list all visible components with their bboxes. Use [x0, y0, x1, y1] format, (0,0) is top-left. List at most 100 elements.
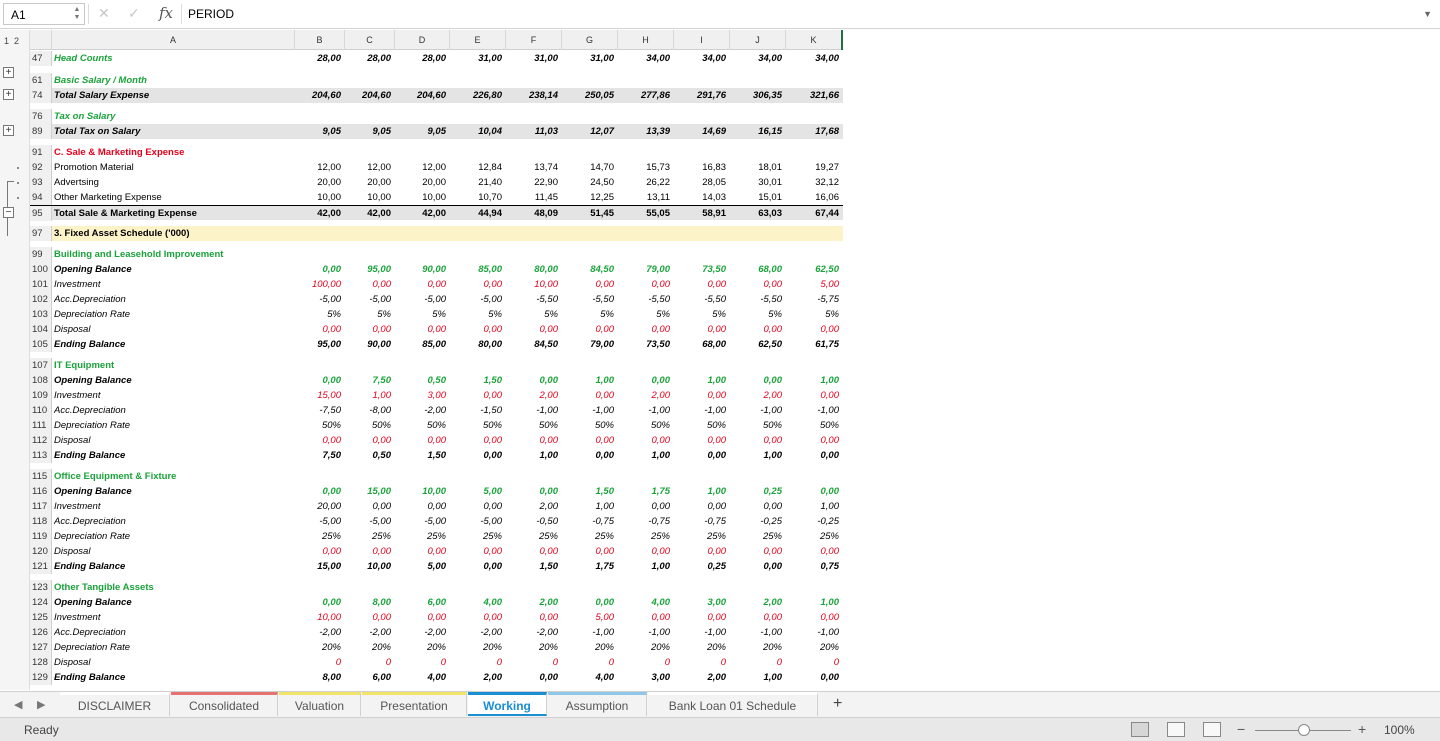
cell-value[interactable]: 22,90: [508, 175, 558, 190]
cell-value[interactable]: 50%: [291, 418, 341, 433]
cell-value[interactable]: -1,00: [732, 625, 782, 640]
cell-value[interactable]: 14,69: [676, 124, 726, 139]
cell-value[interactable]: 0,00: [396, 322, 447, 337]
cell-value[interactable]: 0: [564, 655, 614, 670]
cell-value[interactable]: 0,00: [789, 610, 840, 625]
cell-value[interactable]: 31,00: [452, 51, 502, 66]
column-header-d[interactable]: D: [395, 30, 450, 50]
cell-value[interactable]: 3,00: [676, 595, 727, 610]
table-row[interactable]: 92 Promotion Material 12,00 12,00 12,00 12,84…: [30, 160, 843, 175]
row-label[interactable]: Opening Balance: [54, 484, 294, 499]
row-number[interactable]: 110: [30, 403, 52, 418]
cell-value[interactable]: 17,68: [789, 124, 839, 139]
cell-value[interactable]: 0: [341, 655, 391, 670]
table-row[interactable]: 61 Basic Salary / Month: [30, 73, 843, 88]
cell-value[interactable]: 50%: [789, 418, 839, 433]
cell-value[interactable]: 7,50: [291, 448, 342, 463]
cell-value[interactable]: 26,22: [620, 175, 670, 190]
row-number[interactable]: 111: [30, 418, 52, 433]
cell-value[interactable]: 30,01: [732, 175, 782, 190]
page-break-view-icon[interactable]: [1203, 722, 1221, 737]
row-number[interactable]: 93: [30, 175, 52, 190]
cell-value[interactable]: 3,00: [620, 670, 671, 685]
table-row[interactable]: 123 Other Tangible Assets: [30, 580, 843, 595]
tab-disclaimer[interactable]: DISCLAIMER: [60, 692, 170, 716]
cell-value[interactable]: 12,84: [452, 160, 502, 175]
cell-value[interactable]: 50%: [732, 418, 782, 433]
cell-value[interactable]: -5,00: [291, 514, 341, 529]
row-number[interactable]: 91: [30, 145, 52, 160]
row-label[interactable]: Other Marketing Expense: [54, 190, 294, 205]
row-label[interactable]: IT Equipment: [54, 358, 294, 373]
cell-value[interactable]: 5,00: [396, 559, 447, 574]
column-header-g[interactable]: G: [562, 30, 618, 50]
cell-value[interactable]: 25%: [396, 529, 446, 544]
outline-level-1[interactable]: 1: [4, 36, 9, 46]
column-header-a[interactable]: A: [52, 30, 295, 50]
cell-value[interactable]: 1,50: [508, 559, 559, 574]
cell-value[interactable]: -1,00: [676, 625, 726, 640]
cell-value[interactable]: 0,00: [620, 373, 671, 388]
column-header-i[interactable]: I: [674, 30, 730, 50]
cell-value[interactable]: -0,75: [564, 514, 614, 529]
cell-value[interactable]: 13,74: [508, 160, 558, 175]
table-row[interactable]: 111 Depreciation Rate 50% 50% 50% 50% 50% 50% 50…: [30, 418, 843, 433]
cell-value[interactable]: 0,00: [452, 388, 503, 403]
cell-value[interactable]: 1,00: [789, 595, 840, 610]
row-label[interactable]: Basic Salary / Month: [54, 73, 294, 88]
cell-value[interactable]: -1,50: [452, 403, 502, 418]
table-row[interactable]: 115 Office Equipment & Fixture: [30, 469, 843, 484]
cell-value[interactable]: 34,00: [676, 51, 726, 66]
table-row[interactable]: 125 Investment 10,00 0,00 0,00 0,00 0,00 5,00 0,…: [30, 610, 843, 625]
cell-value[interactable]: 79,00: [620, 262, 670, 277]
column-header-j[interactable]: J: [730, 30, 786, 50]
row-number[interactable]: 94: [30, 190, 52, 205]
cell-value[interactable]: -8,00: [341, 403, 391, 418]
cell-value[interactable]: 34,00: [620, 51, 670, 66]
cell-value[interactable]: 306,35: [732, 88, 782, 103]
cell-value[interactable]: -2,00: [508, 625, 558, 640]
column-header-b[interactable]: B: [295, 30, 345, 50]
cell-value[interactable]: 44,94: [452, 206, 502, 221]
row-label[interactable]: Tax on Salary: [54, 109, 294, 124]
cell-value[interactable]: 0: [508, 655, 558, 670]
cell-value[interactable]: 20%: [452, 640, 502, 655]
cell-value[interactable]: 0,00: [564, 433, 615, 448]
row-number[interactable]: 119: [30, 529, 52, 544]
cell-value[interactable]: -0,50: [508, 514, 558, 529]
cell-value[interactable]: 0,00: [396, 433, 447, 448]
cell-value[interactable]: 15,73: [620, 160, 670, 175]
cell-value[interactable]: 1,00: [732, 448, 783, 463]
cell-value[interactable]: 10,04: [452, 124, 502, 139]
table-row[interactable]: 128 Disposal 0 0 0 0 0 0 0 0 0 0: [30, 655, 843, 670]
cell-value[interactable]: 0: [732, 655, 782, 670]
row-number[interactable]: 76: [30, 109, 52, 124]
cell-value[interactable]: 0,00: [676, 322, 727, 337]
cell-value[interactable]: 10,00: [291, 190, 341, 205]
row-label[interactable]: Investment: [54, 610, 294, 625]
cell-value[interactable]: 0,00: [620, 610, 671, 625]
row-number[interactable]: 92: [30, 160, 52, 175]
cell-value[interactable]: 6,00: [396, 595, 447, 610]
cell-value[interactable]: 0,00: [396, 544, 447, 559]
cell-value[interactable]: 84,50: [564, 262, 614, 277]
cell-value[interactable]: 5%: [396, 307, 446, 322]
cell-value[interactable]: 321,66: [789, 88, 839, 103]
cell-value[interactable]: 80,00: [452, 337, 502, 352]
table-row[interactable]: 108 Opening Balance 0,00 7,50 0,50 1,50 0,00 1,…: [30, 373, 843, 388]
row-number[interactable]: 121: [30, 559, 52, 574]
row-number[interactable]: 47: [30, 51, 52, 66]
cell-value[interactable]: 20%: [676, 640, 726, 655]
cell-value[interactable]: 2,00: [620, 388, 671, 403]
row-number[interactable]: 113: [30, 448, 52, 463]
cell-value[interactable]: 42,00: [291, 206, 341, 221]
page-layout-view-icon[interactable]: [1167, 722, 1185, 737]
cell-value[interactable]: 0,00: [291, 322, 342, 337]
cell-value[interactable]: 12,00: [396, 160, 446, 175]
cell-value[interactable]: 0,00: [291, 373, 342, 388]
cell-value[interactable]: 50%: [508, 418, 558, 433]
cell-value[interactable]: 0,00: [620, 433, 671, 448]
cell-value[interactable]: 238,14: [508, 88, 558, 103]
row-number[interactable]: 74: [30, 88, 52, 103]
cell-value[interactable]: 31,00: [508, 51, 558, 66]
